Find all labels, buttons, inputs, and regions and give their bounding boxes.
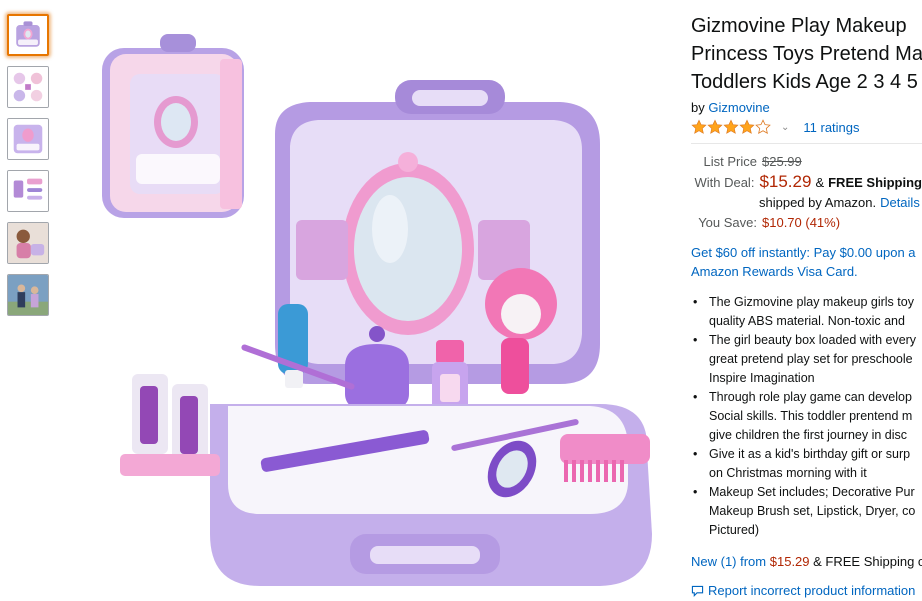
- shipped-by-row: shipped by Amazon. Details: [691, 193, 922, 213]
- product-title-line-1: Gizmovine Play Makeup: [691, 15, 907, 37]
- bullet-text: great pretend play set for preschoole: [709, 352, 913, 366]
- feature-bullet: Through role play game can develop Socia…: [691, 388, 922, 445]
- feature-bullet: Give it as a kid's birthday gift or surp…: [691, 445, 922, 483]
- star-full-icon: [723, 119, 739, 134]
- bullet-text: The girl beauty box loaded with every: [709, 333, 917, 347]
- bullet-text: quality ABS material. Non-toxic and: [709, 314, 905, 328]
- accessories-thumbnail-image: [8, 171, 48, 211]
- promo-line-2[interactable]: Amazon Rewards Visa Card.: [691, 262, 922, 281]
- byline: by Gizmovine: [691, 100, 922, 115]
- savings-label: You Save:: [698, 215, 757, 230]
- report-link[interactable]: Report incorrect product information: [691, 583, 922, 598]
- child-playing-thumbnail-image: [8, 223, 48, 263]
- star-full-icon: [739, 119, 755, 134]
- feature-bullet: Makeup Set includes; Decorative Pur Make…: [691, 483, 922, 540]
- feature-bullet: The girl beauty box loaded with every gr…: [691, 331, 922, 388]
- bullet-text: Social skills. This toddler prentend m: [709, 409, 913, 423]
- list-price-row: List Price $25.99: [691, 152, 922, 172]
- new-offers-suffix: & FREE Shipping o: [813, 554, 922, 569]
- ratings-count-link[interactable]: 11 ratings: [803, 120, 859, 135]
- makeup-case-illustration: [102, 34, 652, 586]
- bullet-text: Makeup Brush set, Lipstick, Dryer, co: [709, 504, 916, 518]
- details-link[interactable]: Details: [880, 193, 920, 213]
- new-offers-link[interactable]: New (1) from: [691, 554, 766, 569]
- chevron-down-icon[interactable]: ⌄: [781, 122, 789, 133]
- bullet-text: Through role play game can develop: [709, 390, 912, 404]
- product-info-panel: Gizmovine Play Makeup Princess Toys Pret…: [691, 12, 922, 598]
- report-label[interactable]: Report incorrect product information: [708, 583, 915, 598]
- star-full-icon: [691, 119, 707, 134]
- other-offers: New (1) from $15.29 & FREE Shipping o: [691, 554, 922, 569]
- product-title-line-2: Princess Toys Pretend Ma: [691, 43, 922, 65]
- thumbnail-6[interactable]: [7, 274, 49, 316]
- amp-text: &: [815, 175, 825, 190]
- promo-offer[interactable]: Get $60 off instantly: Pay $0.00 upon a …: [691, 243, 922, 281]
- deal-price-label: With Deal:: [694, 175, 755, 190]
- by-prefix: by: [691, 100, 705, 115]
- new-offers-price: $15.29: [769, 554, 810, 569]
- star-empty-icon: [755, 119, 771, 135]
- family-thumbnail-image: [8, 275, 48, 315]
- product-title-line-3: Toddlers Kids Age 2 3 4 5: [691, 71, 918, 93]
- deal-price-value: $15.29: [759, 172, 812, 191]
- bullet-text: The Gizmovine play makeup girls toy: [709, 295, 914, 309]
- divider: [691, 143, 922, 144]
- shipped-by-text: shipped by Amazon.: [759, 195, 877, 210]
- deal-price-row: With Deal: $15.29 & FREE Shipping: [691, 172, 922, 193]
- feature-bullets: The Gizmovine play makeup girls toy qual…: [691, 293, 922, 540]
- rating-row: ⌄ 11 ratings: [691, 119, 922, 135]
- thumbnail-3[interactable]: [7, 118, 49, 160]
- feature-bullet: The Gizmovine play makeup girls toy qual…: [691, 293, 922, 331]
- packaged-box-image: [102, 34, 244, 218]
- savings-row: You Save: $10.70 (41%): [691, 213, 922, 233]
- bullet-text: Makeup Set includes; Decorative Pur: [709, 485, 915, 499]
- thumbnail-4[interactable]: [7, 170, 49, 212]
- features-thumbnail-image: [8, 67, 48, 107]
- promo-line-1[interactable]: Get $60 off instantly: Pay $0.00 upon a: [691, 243, 922, 262]
- list-price-label: List Price: [703, 154, 757, 169]
- thumbnail-5[interactable]: [7, 222, 49, 264]
- bullet-text: Pictured): [709, 523, 760, 537]
- price-block: List Price $25.99 With Deal: $15.29 & FR…: [691, 152, 922, 233]
- speech-bubble-icon: [691, 585, 704, 597]
- product-title: Gizmovine Play Makeup Princess Toys Pret…: [691, 12, 922, 96]
- star-rating[interactable]: [691, 119, 771, 135]
- bullet-text: on Christmas morning with it: [709, 466, 867, 480]
- free-shipping-text: FREE Shipping: [828, 175, 922, 190]
- bullet-text: Give it as a kid's birthday gift or surp: [709, 447, 911, 461]
- brand-link[interactable]: Gizmovine: [708, 100, 769, 115]
- case-open-thumbnail-image: [8, 119, 48, 159]
- makeup-case-thumbnail-image: [9, 16, 47, 54]
- thumbnail-2[interactable]: [7, 66, 49, 108]
- thumbnail-strip: [7, 14, 51, 326]
- thumbnail-1[interactable]: [7, 14, 49, 56]
- star-full-icon: [707, 119, 723, 134]
- bullet-text: Inspire Imagination: [709, 371, 815, 385]
- list-price-value: $25.99: [762, 154, 802, 169]
- main-product-image[interactable]: [60, 14, 680, 594]
- bullet-text: give children the first journey in disc: [709, 428, 908, 442]
- savings-value: $10.70 (41%): [762, 215, 841, 230]
